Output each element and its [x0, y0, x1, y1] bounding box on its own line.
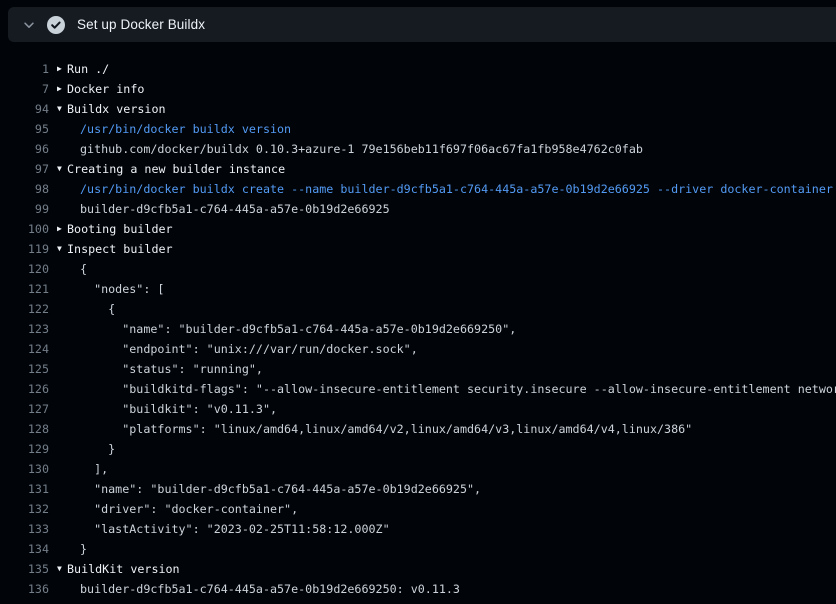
line-text: builder-d9cfb5a1-c764-445a-a57e-0b19d2e6…	[80, 199, 390, 219]
line-text: {	[80, 299, 115, 319]
line-text: builder-d9cfb5a1-c764-445a-a57e-0b19d2e6…	[80, 579, 460, 599]
line-number[interactable]: 130	[0, 459, 49, 479]
line-text: "name": "builder-d9cfb5a1-c764-445a-a57e…	[80, 479, 481, 499]
line-number[interactable]: 120	[0, 259, 49, 279]
line-number[interactable]: 125	[0, 359, 49, 379]
group-title: Booting builder	[67, 219, 173, 239]
log-line: 130 ],	[0, 459, 836, 479]
caret-right-icon[interactable]: ▶	[57, 59, 67, 79]
log-line: 95/usr/bin/docker buildx version	[0, 119, 836, 139]
line-text: "endpoint": "unix:///var/run/docker.sock…	[80, 339, 418, 359]
line-text: "lastActivity": "2023-02-25T11:58:12.000…	[80, 519, 390, 539]
line-text: "driver": "docker-container",	[80, 499, 298, 519]
caret-down-icon[interactable]: ▼	[57, 159, 67, 179]
log-line: 121 "nodes": [	[0, 279, 836, 299]
line-number[interactable]: 134	[0, 539, 49, 559]
log-line: 122 {	[0, 299, 836, 319]
line-number[interactable]: 123	[0, 319, 49, 339]
caret-right-icon[interactable]: ▶	[57, 79, 67, 99]
line-number[interactable]: 122	[0, 299, 49, 319]
log-line: 131 "name": "builder-d9cfb5a1-c764-445a-…	[0, 479, 836, 499]
chevron-down-icon[interactable]	[22, 18, 36, 32]
line-number[interactable]: 131	[0, 479, 49, 499]
line-text: }	[80, 439, 115, 459]
step-header[interactable]: Set up Docker Buildx	[8, 7, 836, 42]
log-group-row[interactable]: 7 ▶Docker info	[0, 79, 836, 99]
log-line: 126 "buildkitd-flags": "--allow-insecure…	[0, 379, 836, 399]
line-text: /usr/bin/docker buildx create --name bui…	[80, 179, 833, 199]
log-group-row[interactable]: 94 ▼Buildx version	[0, 99, 836, 119]
line-text: "nodes": [	[80, 279, 164, 299]
line-number[interactable]: 7	[0, 79, 49, 99]
log-line: 98/usr/bin/docker buildx create --name b…	[0, 179, 836, 199]
group-title: BuildKit version	[67, 559, 180, 579]
line-number[interactable]: 124	[0, 339, 49, 359]
log-line: 136 builder-d9cfb5a1-c764-445a-a57e-0b19d…	[0, 579, 836, 599]
group-title: Inspect builder	[67, 239, 173, 259]
line-text: "platforms": "linux/amd64,linux/amd64/v2…	[80, 419, 692, 439]
line-number[interactable]: 99	[0, 199, 49, 219]
log-group-row[interactable]: 1 ▶Run ./	[0, 59, 836, 79]
line-number[interactable]: 133	[0, 519, 49, 539]
line-number[interactable]: 126	[0, 379, 49, 399]
line-text: "buildkit": "v0.11.3",	[80, 399, 277, 419]
log-line: 133 "lastActivity": "2023-02-25T11:58:12…	[0, 519, 836, 539]
log-line: 125 "status": "running",	[0, 359, 836, 379]
line-text: /usr/bin/docker buildx version	[80, 119, 291, 139]
log-group-row[interactable]: 97 ▼Creating a new builder instance	[0, 159, 836, 179]
line-number[interactable]: 119	[0, 239, 49, 259]
line-text: {	[80, 259, 87, 279]
caret-right-icon[interactable]: ▶	[57, 219, 67, 239]
line-number[interactable]: 128	[0, 419, 49, 439]
group-title: Docker info	[67, 79, 144, 99]
log-group-row[interactable]: 100 ▶Booting builder	[0, 219, 836, 239]
group-title: Creating a new builder instance	[67, 159, 285, 179]
log-line: 132 "driver": "docker-container",	[0, 499, 836, 519]
line-text: ],	[80, 459, 108, 479]
log-line: 129 }	[0, 439, 836, 459]
log-line: 123 "name": "builder-d9cfb5a1-c764-445a-…	[0, 319, 836, 339]
line-number[interactable]: 132	[0, 499, 49, 519]
caret-down-icon[interactable]: ▼	[57, 99, 67, 119]
line-text: "status": "running",	[80, 359, 263, 379]
line-text: github.com/docker/buildx 0.10.3+azure-1 …	[80, 139, 643, 159]
group-title: Buildx version	[67, 99, 166, 119]
line-text: "buildkitd-flags": "--allow-insecure-ent…	[80, 379, 836, 399]
line-number[interactable]: 98	[0, 179, 49, 199]
log-container: 1▶Run ./7▶Docker info94▼Buildx version95…	[0, 59, 836, 599]
line-number[interactable]: 94	[0, 99, 49, 119]
check-circle-icon	[47, 16, 65, 34]
log-line: 99 builder-d9cfb5a1-c764-445a-a57e-0b19d2…	[0, 199, 836, 219]
line-number[interactable]: 95	[0, 119, 49, 139]
line-number[interactable]: 1	[0, 59, 49, 79]
log-line: 120 {	[0, 259, 836, 279]
log-line: 127 "buildkit": "v0.11.3",	[0, 399, 836, 419]
log-line: 134}	[0, 539, 836, 559]
line-text: }	[80, 539, 87, 559]
caret-down-icon[interactable]: ▼	[57, 239, 67, 259]
log-group-row[interactable]: 119 ▼Inspect builder	[0, 239, 836, 259]
line-number[interactable]: 100	[0, 219, 49, 239]
log-line: 124 "endpoint": "unix:///var/run/docker.…	[0, 339, 836, 359]
caret-down-icon[interactable]: ▼	[57, 559, 67, 579]
line-number[interactable]: 97	[0, 159, 49, 179]
log-line: 128 "platforms": "linux/amd64,linux/amd6…	[0, 419, 836, 439]
line-number[interactable]: 121	[0, 279, 49, 299]
line-number[interactable]: 136	[0, 579, 49, 599]
log-group-row[interactable]: 135 ▼BuildKit version	[0, 559, 836, 579]
step-title: Set up Docker Buildx	[77, 17, 205, 32]
line-text: "name": "builder-d9cfb5a1-c764-445a-a57e…	[80, 319, 516, 339]
line-number[interactable]: 135	[0, 559, 49, 579]
line-number[interactable]: 96	[0, 139, 49, 159]
log-line: 96 github.com/docker/buildx 0.10.3+azure-…	[0, 139, 836, 159]
group-title: Run ./	[67, 59, 109, 79]
line-number[interactable]: 127	[0, 399, 49, 419]
line-number[interactable]: 129	[0, 439, 49, 459]
